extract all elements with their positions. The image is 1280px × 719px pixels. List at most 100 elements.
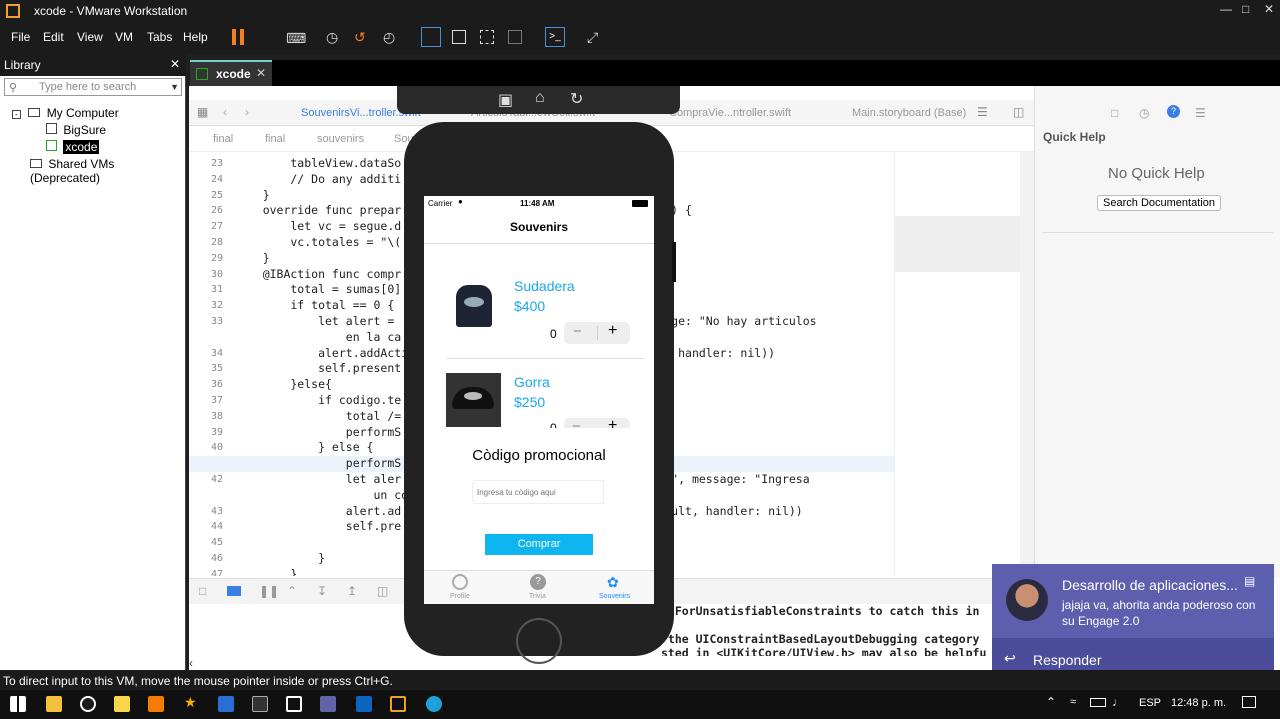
tree-item-my-computer[interactable]: - My Computer bbox=[12, 106, 119, 120]
step-into-icon[interactable]: ↧ bbox=[317, 584, 327, 598]
app-icon[interactable] bbox=[80, 696, 96, 712]
tree-item-xcode[interactable]: xcode bbox=[46, 140, 100, 154]
app-icon[interactable] bbox=[148, 696, 164, 712]
terminal-icon[interactable]: >_ bbox=[545, 27, 565, 47]
tab-profile[interactable]: Profile bbox=[450, 593, 470, 600]
screenshot-icon[interactable]: ▣ bbox=[498, 90, 513, 110]
attributes-inspector-icon[interactable]: ☰ bbox=[1195, 106, 1206, 120]
breakpoints-icon[interactable] bbox=[227, 586, 241, 596]
code-line[interactable]: } bbox=[235, 567, 297, 576]
snapshot-icon[interactable]: ◷ bbox=[326, 29, 338, 46]
code-line[interactable]: total = sumas[0] bbox=[235, 282, 401, 296]
notification-center-icon[interactable] bbox=[1242, 696, 1256, 708]
side-button[interactable] bbox=[672, 242, 676, 282]
file-inspector-icon[interactable]: □ bbox=[1111, 106, 1118, 120]
minimize-icon[interactable]: — bbox=[1220, 2, 1232, 16]
editor-tab[interactable]: CompraVie...ntroller.swift bbox=[669, 107, 791, 119]
history-inspector-icon[interactable]: ◷ bbox=[1139, 106, 1149, 120]
vm-tab-xcode[interactable]: xcode ✕ bbox=[190, 60, 272, 86]
code-line[interactable]: let vc = segue.d bbox=[235, 219, 401, 233]
network-icon[interactable]: ≈ bbox=[1070, 696, 1076, 708]
breadcrumb-item[interactable]: final bbox=[265, 133, 285, 145]
back-icon[interactable]: ‹ bbox=[223, 105, 227, 119]
tab-souvenirs[interactable]: Souvenirs bbox=[599, 593, 630, 600]
grid-icon[interactable]: ▦ bbox=[197, 105, 208, 119]
step-out-icon[interactable]: ↥ bbox=[347, 584, 357, 598]
code-line[interactable]: }else{ bbox=[235, 377, 332, 391]
clock[interactable]: 12:48 p. m. bbox=[1171, 697, 1226, 709]
console-view-icon[interactable] bbox=[452, 30, 466, 44]
split-editor-icon[interactable]: ◫ bbox=[1013, 105, 1024, 119]
increment-button[interactable]: + bbox=[608, 322, 617, 340]
code-line[interactable]: } else { bbox=[235, 440, 373, 454]
collapse-icon[interactable]: - bbox=[12, 110, 21, 119]
comprar-button[interactable]: Comprar bbox=[485, 534, 593, 555]
revert-icon[interactable]: ↺ bbox=[354, 29, 366, 46]
code-line[interactable]: if total == 0 { bbox=[235, 298, 394, 312]
view-hierarchy-icon[interactable]: ◫ bbox=[377, 584, 388, 598]
teams-icon[interactable] bbox=[320, 696, 336, 712]
home-icon[interactable]: ⌂ bbox=[535, 89, 545, 107]
horizontal-scroll[interactable]: ‹ bbox=[189, 656, 994, 670]
quantity-stepper[interactable]: − + bbox=[564, 322, 630, 344]
code-line[interactable]: if codigo.te bbox=[235, 393, 401, 407]
terminal-app-icon[interactable] bbox=[252, 696, 268, 712]
sticky-notes-icon[interactable] bbox=[114, 696, 130, 712]
close-tab-icon[interactable]: ✕ bbox=[256, 66, 266, 80]
app-icon[interactable] bbox=[286, 696, 302, 712]
quantity-stepper-clipped[interactable]: 0 − + bbox=[550, 418, 632, 428]
stretch-icon[interactable]: ⤢ bbox=[587, 29, 598, 46]
sidebar-toggle-icon[interactable] bbox=[421, 27, 441, 47]
code-line[interactable]: en la ca bbox=[235, 330, 401, 344]
code-line[interactable]: vc.totales = "\( bbox=[235, 235, 401, 249]
library-search-input[interactable]: ⚲ Type here to search ▼ bbox=[4, 78, 182, 96]
step-over-icon[interactable]: ⌃ bbox=[287, 584, 297, 598]
maximize-icon[interactable]: □ bbox=[1242, 2, 1249, 16]
pause-icon[interactable] bbox=[232, 29, 244, 45]
file-explorer-icon[interactable] bbox=[46, 696, 62, 712]
unity-icon[interactable] bbox=[508, 30, 522, 44]
rotate-icon[interactable]: ↻ bbox=[570, 89, 583, 109]
continue-icon[interactable]: ❚❚ bbox=[259, 584, 279, 598]
breadcrumb-item[interactable]: final bbox=[213, 133, 233, 145]
promo-code-input[interactable] bbox=[472, 480, 604, 504]
quick-help-icon[interactable]: ? bbox=[1167, 105, 1180, 118]
code-line[interactable]: total /= bbox=[235, 409, 401, 423]
code-line[interactable]: @IBAction func compr bbox=[235, 267, 401, 281]
snapshot-manager-icon[interactable]: ◴ bbox=[383, 29, 395, 46]
outlook-icon[interactable] bbox=[356, 696, 372, 712]
breadcrumb-item[interactable]: souvenirs bbox=[317, 133, 364, 145]
tree-item-bigsure[interactable]: BigSure bbox=[46, 123, 106, 137]
vmware-icon[interactable] bbox=[390, 696, 406, 712]
chevron-down-icon[interactable]: ▼ bbox=[170, 79, 179, 95]
menu-edit[interactable]: Edit bbox=[43, 30, 64, 44]
menu-tabs[interactable]: Tabs bbox=[147, 30, 172, 44]
close-icon[interactable]: ✕ bbox=[1264, 2, 1274, 16]
editor-tab[interactable]: Main.storyboard (Base) bbox=[852, 107, 966, 119]
edge-icon[interactable] bbox=[426, 696, 442, 712]
code-line[interactable]: } bbox=[235, 251, 270, 265]
menu-help[interactable]: Help bbox=[183, 30, 208, 44]
volume-icon[interactable]: ♩ bbox=[1112, 695, 1124, 709]
menu-file[interactable]: File bbox=[11, 30, 30, 44]
battery-tray-icon[interactable] bbox=[1090, 698, 1106, 707]
tray-chevron-icon[interactable]: ⌃ bbox=[1046, 695, 1056, 709]
full-screen-icon[interactable] bbox=[480, 30, 494, 44]
increment-button[interactable]: + bbox=[608, 418, 617, 428]
teams-notification[interactable]: Desarrollo de aplicaciones... jajaja va,… bbox=[992, 564, 1274, 682]
decrement-button[interactable]: − bbox=[573, 323, 582, 340]
tab-trivia[interactable]: Trivia bbox=[529, 593, 546, 600]
menu-vm[interactable]: VM bbox=[115, 30, 133, 44]
app-icon[interactable]: ★ bbox=[184, 694, 200, 710]
send-keys-icon[interactable]: ⌨ bbox=[286, 30, 306, 47]
forward-icon[interactable]: › bbox=[245, 105, 249, 119]
code-line[interactable]: } bbox=[235, 551, 325, 565]
trello-icon[interactable] bbox=[218, 696, 234, 712]
decrement-button[interactable]: − bbox=[572, 418, 581, 428]
code-line[interactable]: // Do any additi bbox=[235, 172, 401, 186]
code-line[interactable]: tableView.dataSo bbox=[235, 156, 401, 170]
code-line[interactable]: } bbox=[235, 188, 270, 202]
menu-view[interactable]: View bbox=[77, 30, 103, 44]
chat-icon[interactable]: ▤ bbox=[1244, 574, 1255, 588]
code-line[interactable]: un co bbox=[235, 488, 408, 502]
